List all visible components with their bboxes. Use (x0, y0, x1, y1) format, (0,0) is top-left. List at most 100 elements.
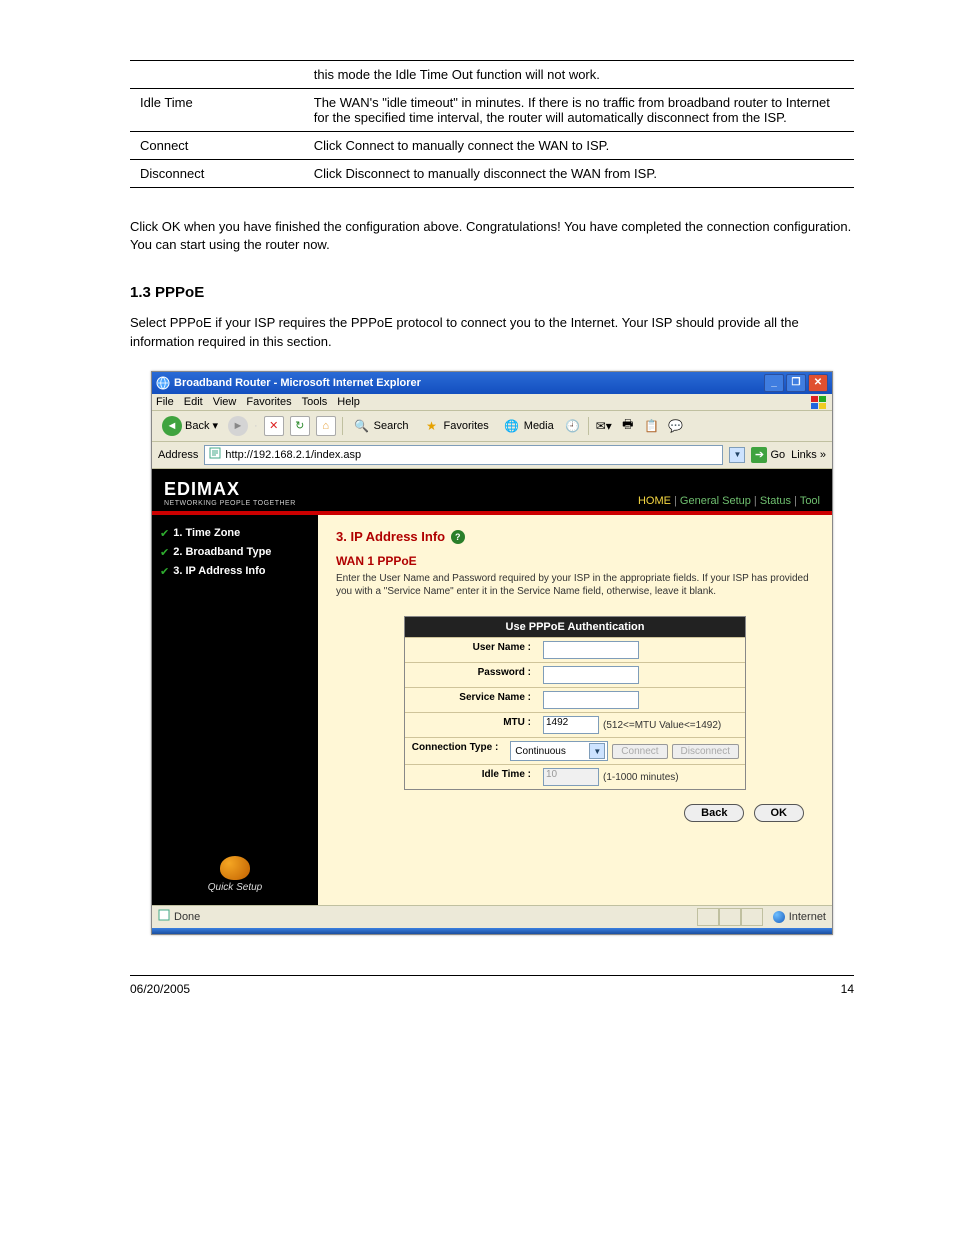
check-icon: ✔ (160, 546, 169, 559)
titlebar: Broadband Router - Microsoft Internet Ex… (152, 372, 832, 394)
minimize-button[interactable]: _ (764, 374, 784, 392)
main-pane: 3. IP Address Info ? WAN 1 PPPoE Enter t… (318, 515, 832, 905)
after-table-paragraph: Click OK when you have finished the conf… (130, 218, 854, 254)
star-icon: ★ (423, 417, 441, 435)
links-label[interactable]: Links » (791, 449, 826, 461)
back-button[interactable]: ◄ Back ▾ (158, 415, 222, 437)
cell: Disconnect (130, 160, 304, 188)
menu-help[interactable]: Help (337, 396, 360, 408)
menu-file[interactable]: File (156, 396, 174, 408)
nav-home[interactable]: HOME (638, 495, 671, 507)
edimax-logo: EDIMAX (164, 479, 240, 499)
url-input[interactable]: http://192.168.2.1/index.asp (204, 445, 723, 465)
password-input[interactable] (543, 666, 639, 684)
taskbar-strip (152, 928, 832, 934)
quick-setup[interactable]: Quick Setup (160, 856, 310, 893)
print-button[interactable]: 🖶 (619, 417, 637, 435)
nav-general-setup[interactable]: General Setup (680, 495, 751, 507)
form-title: Use PPPoE Authentication (405, 617, 745, 637)
description-text: Enter the User Name and Password require… (336, 572, 814, 598)
forward-button[interactable]: ► (228, 416, 248, 436)
sidebar: ✔1. Time Zone ✔2. Broadband Type ✔3. IP … (152, 515, 318, 905)
mtu-input[interactable]: 1492 (543, 716, 599, 734)
zone-text: Internet (789, 911, 826, 923)
cell (130, 61, 304, 89)
stop-button[interactable]: ✕ (264, 416, 284, 436)
help-icon[interactable]: ? (451, 530, 465, 544)
status-text: Done (174, 911, 200, 923)
page-icon (158, 909, 170, 924)
maximize-button[interactable]: ❐ (786, 374, 806, 392)
back-button[interactable]: Back (684, 804, 744, 822)
menubar: File Edit View Favorites Tools Help (152, 394, 832, 411)
username-input[interactable] (543, 641, 639, 659)
username-label: User Name : (405, 638, 537, 662)
cell: Connect (130, 132, 304, 160)
menu-edit[interactable]: Edit (184, 396, 203, 408)
cell: Click Disconnect to manually disconnect … (304, 160, 854, 188)
mtu-hint: (512<=MTU Value<=1492) (603, 720, 721, 731)
addressbar: Address http://192.168.2.1/index.asp ▼ ➔… (152, 442, 832, 469)
connect-button[interactable]: Connect (612, 744, 667, 759)
idle-time-hint: (1-1000 minutes) (603, 772, 679, 783)
idle-time-input[interactable]: 10 (543, 768, 599, 786)
sidebar-item-broadband-type[interactable]: ✔2. Broadband Type (160, 546, 310, 559)
top-nav: HOME | General Setup | Status | Tool (638, 495, 820, 507)
go-icon: ➔ (751, 447, 767, 463)
ok-button[interactable]: OK (754, 804, 805, 822)
close-button[interactable]: ✕ (808, 374, 828, 392)
pppoe-form: Use PPPoE Authentication User Name : Pas… (404, 616, 746, 790)
service-name-input[interactable] (543, 691, 639, 709)
footer-page-number: 14 (841, 982, 854, 996)
search-icon: 🔍 (353, 417, 371, 435)
url-text: http://192.168.2.1/index.asp (225, 449, 361, 461)
connection-type-label: Connection Type : (405, 738, 504, 764)
sub-heading: WAN 1 PPPoE (336, 554, 814, 568)
disconnect-button[interactable]: Disconnect (672, 744, 739, 759)
search-button[interactable]: 🔍Search (349, 416, 413, 436)
window-title: Broadband Router - Microsoft Internet Ex… (174, 377, 764, 389)
sidebar-item-timezone[interactable]: ✔1. Time Zone (160, 527, 310, 540)
menu-view[interactable]: View (213, 396, 237, 408)
logo-subtitle: NETWORKING PEOPLE TOGETHER (164, 500, 296, 507)
browser-window: Broadband Router - Microsoft Internet Ex… (151, 371, 833, 935)
history-button[interactable]: 🕘 (564, 417, 582, 435)
address-label: Address (158, 449, 198, 461)
service-name-label: Service Name : (405, 688, 537, 712)
mail-button[interactable]: ✉▾ (595, 417, 613, 435)
page-footer: 06/20/2005 14 (130, 975, 854, 996)
toolbar: ◄ Back ▾ ► · ✕ ↻ ⌂ 🔍Search ★Favorites 🌐M… (152, 411, 832, 442)
windows-logo-icon (810, 395, 828, 411)
media-button[interactable]: 🌐Media (499, 416, 558, 436)
page-heading: 3. IP Address Info (336, 529, 445, 544)
ie-icon (156, 376, 170, 390)
refresh-button[interactable]: ↻ (290, 416, 310, 436)
connection-type-select[interactable]: Continuous ▼ (510, 741, 608, 761)
favorites-button[interactable]: ★Favorites (419, 416, 493, 436)
nav-status[interactable]: Status (760, 495, 791, 507)
mtu-label: MTU : (405, 713, 537, 737)
section-paragraph: Select PPPoE if your ISP requires the PP… (130, 314, 854, 350)
page-icon (209, 447, 221, 462)
menu-tools[interactable]: Tools (302, 396, 328, 408)
footer-date: 06/20/2005 (130, 982, 190, 996)
idle-time-label: Idle Time : (405, 765, 537, 789)
menu-favorites[interactable]: Favorites (246, 396, 291, 408)
section-title: 1.3 PPPoE (130, 284, 854, 301)
go-button[interactable]: ➔ Go (751, 447, 785, 463)
check-icon: ✔ (160, 527, 169, 540)
edit-button[interactable]: 📋 (643, 417, 661, 435)
dropdown-icon: ▼ (589, 743, 605, 759)
internet-zone-icon (773, 911, 785, 923)
url-dropdown-icon[interactable]: ▼ (729, 447, 745, 463)
password-label: Password : (405, 663, 537, 687)
back-icon: ◄ (162, 416, 182, 436)
home-button[interactable]: ⌂ (316, 416, 336, 436)
sidebar-item-ip-address-info[interactable]: ✔3. IP Address Info (160, 565, 310, 578)
router-header: EDIMAX NETWORKING PEOPLE TOGETHER HOME |… (152, 469, 832, 515)
media-icon: 🌐 (503, 417, 521, 435)
check-icon: ✔ (160, 565, 169, 578)
discuss-button[interactable]: 💬 (667, 417, 685, 435)
cell: Idle Time (130, 89, 304, 132)
nav-tool[interactable]: Tool (800, 495, 820, 507)
